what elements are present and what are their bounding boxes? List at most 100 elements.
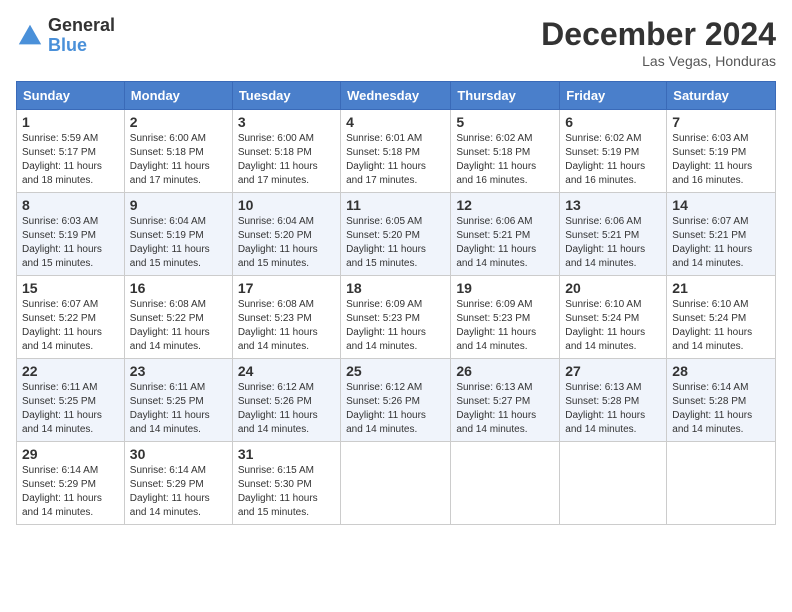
calendar-cell: 14Sunrise: 6:07 AMSunset: 5:21 PMDayligh… (667, 193, 776, 276)
cell-info: Sunrise: 6:11 AMSunset: 5:25 PMDaylight:… (130, 381, 227, 437)
month-title: December 2024 (541, 16, 776, 53)
calendar-cell: 3Sunrise: 6:00 AMSunset: 5:18 PMDaylight… (232, 110, 340, 193)
cell-info: Sunrise: 6:14 AMSunset: 5:28 PMDaylight:… (672, 381, 770, 437)
cell-info: Sunrise: 6:14 AMSunset: 5:29 PMDaylight:… (130, 464, 227, 520)
weekday-header-monday: Monday (124, 82, 232, 110)
cell-info: Sunrise: 6:09 AMSunset: 5:23 PMDaylight:… (346, 298, 445, 354)
cell-info: Sunrise: 6:11 AMSunset: 5:25 PMDaylight:… (22, 381, 119, 437)
day-number: 15 (22, 280, 119, 296)
cell-info: Sunrise: 6:05 AMSunset: 5:20 PMDaylight:… (346, 215, 445, 271)
day-number: 3 (238, 114, 335, 130)
cell-info: Sunrise: 6:10 AMSunset: 5:24 PMDaylight:… (672, 298, 770, 354)
calendar-cell: 4 Sunrise: 6:01 AMSunset: 5:18 PMDaylight… (341, 110, 451, 193)
calendar-cell: 1Sunrise: 5:59 AMSunset: 5:17 PMDaylight… (17, 110, 125, 193)
calendar-cell: 25Sunrise: 6:12 AMSunset: 5:26 PMDayligh… (341, 359, 451, 442)
day-number: 6 (565, 114, 661, 130)
calendar-cell: 8 Sunrise: 6:03 AMSunset: 5:19 PMDaylight… (17, 193, 125, 276)
day-number: 30 (130, 446, 227, 462)
calendar-cell: 30 Sunrise: 6:14 AMSunset: 5:29 PMDayligh… (124, 442, 232, 525)
cell-info: Sunrise: 6:15 AMSunset: 5:30 PMDaylight:… (238, 464, 335, 520)
cell-info: Sunrise: 6:06 AMSunset: 5:21 PMDaylight:… (565, 215, 661, 271)
logo: General Blue (16, 16, 115, 56)
calendar-cell: 2 Sunrise: 6:00 AMSunset: 5:18 PMDaylight… (124, 110, 232, 193)
calendar-week-row: 29 Sunrise: 6:14 AMSunset: 5:29 PMDayligh… (17, 442, 776, 525)
day-number: 18 (346, 280, 445, 296)
cell-info: Sunrise: 6:09 AMSunset: 5:23 PMDaylight:… (456, 298, 554, 354)
calendar-cell: 7 Sunrise: 6:03 AMSunset: 5:19 PMDaylight… (667, 110, 776, 193)
calendar-cell: 5 Sunrise: 6:02 AMSunset: 5:18 PMDaylight… (451, 110, 560, 193)
calendar-cell (667, 442, 776, 525)
cell-info: Sunrise: 6:02 AMSunset: 5:18 PMDaylight:… (456, 132, 554, 188)
cell-info: Sunrise: 6:12 AMSunset: 5:26 PMDaylight:… (238, 381, 335, 437)
logo-general: General (48, 16, 115, 36)
calendar-cell: 10 Sunrise: 6:04 AMSunset: 5:20 PMDayligh… (232, 193, 340, 276)
cell-info: Sunrise: 6:07 AMSunset: 5:22 PMDaylight:… (22, 298, 119, 354)
day-number: 14 (672, 197, 770, 213)
day-number: 22 (22, 363, 119, 379)
day-number: 8 (22, 197, 119, 213)
calendar-cell: 13 Sunrise: 6:06 AMSunset: 5:21 PMDayligh… (560, 193, 667, 276)
calendar-cell: 24Sunrise: 6:12 AMSunset: 5:26 PMDayligh… (232, 359, 340, 442)
day-number: 23 (130, 363, 227, 379)
calendar-cell: 15 Sunrise: 6:07 AMSunset: 5:22 PMDayligh… (17, 276, 125, 359)
cell-info: Sunrise: 6:13 AMSunset: 5:27 PMDaylight:… (456, 381, 554, 437)
day-number: 31 (238, 446, 335, 462)
weekday-header-sunday: Sunday (17, 82, 125, 110)
calendar-cell: 21 Sunrise: 6:10 AMSunset: 5:24 PMDayligh… (667, 276, 776, 359)
weekday-header-saturday: Saturday (667, 82, 776, 110)
day-number: 28 (672, 363, 770, 379)
calendar-cell: 6 Sunrise: 6:02 AMSunset: 5:19 PMDaylight… (560, 110, 667, 193)
day-number: 13 (565, 197, 661, 213)
day-number: 7 (672, 114, 770, 130)
day-number: 16 (130, 280, 227, 296)
calendar-cell: 29 Sunrise: 6:14 AMSunset: 5:29 PMDayligh… (17, 442, 125, 525)
calendar-cell: 9 Sunrise: 6:04 AMSunset: 5:19 PMDaylight… (124, 193, 232, 276)
calendar-cell: 19 Sunrise: 6:09 AMSunset: 5:23 PMDayligh… (451, 276, 560, 359)
cell-info: Sunrise: 6:03 AMSunset: 5:19 PMDaylight:… (672, 132, 770, 188)
calendar-cell: 11Sunrise: 6:05 AMSunset: 5:20 PMDayligh… (341, 193, 451, 276)
weekday-header-thursday: Thursday (451, 82, 560, 110)
cell-info: Sunrise: 6:02 AMSunset: 5:19 PMDaylight:… (565, 132, 661, 188)
day-number: 19 (456, 280, 554, 296)
day-number: 2 (130, 114, 227, 130)
cell-info: Sunrise: 6:03 AMSunset: 5:19 PMDaylight:… (22, 215, 119, 271)
day-number: 9 (130, 197, 227, 213)
calendar-cell (341, 442, 451, 525)
logo-text: General Blue (48, 16, 115, 56)
cell-info: Sunrise: 6:13 AMSunset: 5:28 PMDaylight:… (565, 381, 661, 437)
calendar-table: SundayMondayTuesdayWednesdayThursdayFrid… (16, 81, 776, 525)
logo-icon (16, 22, 44, 50)
calendar-week-row: 22 Sunrise: 6:11 AMSunset: 5:25 PMDayligh… (17, 359, 776, 442)
calendar-cell: 20 Sunrise: 6:10 AMSunset: 5:24 PMDayligh… (560, 276, 667, 359)
calendar-cell: 27Sunrise: 6:13 AMSunset: 5:28 PMDayligh… (560, 359, 667, 442)
day-number: 5 (456, 114, 554, 130)
cell-info: Sunrise: 6:04 AMSunset: 5:20 PMDaylight:… (238, 215, 335, 271)
calendar-cell: 26 Sunrise: 6:13 AMSunset: 5:27 PMDayligh… (451, 359, 560, 442)
page-header: General Blue December 2024 Las Vegas, Ho… (16, 16, 776, 69)
cell-info: Sunrise: 6:00 AMSunset: 5:18 PMDaylight:… (130, 132, 227, 188)
day-number: 29 (22, 446, 119, 462)
calendar-cell (451, 442, 560, 525)
day-number: 26 (456, 363, 554, 379)
day-number: 17 (238, 280, 335, 296)
calendar-cell: 17 Sunrise: 6:08 AMSunset: 5:23 PMDayligh… (232, 276, 340, 359)
day-number: 20 (565, 280, 661, 296)
cell-info: Sunrise: 6:08 AMSunset: 5:22 PMDaylight:… (130, 298, 227, 354)
cell-info: Sunrise: 6:08 AMSunset: 5:23 PMDaylight:… (238, 298, 335, 354)
cell-info: Sunrise: 6:10 AMSunset: 5:24 PMDaylight:… (565, 298, 661, 354)
cell-info: Sunrise: 6:14 AMSunset: 5:29 PMDaylight:… (22, 464, 119, 520)
calendar-cell (560, 442, 667, 525)
title-area: December 2024 Las Vegas, Honduras (541, 16, 776, 69)
day-number: 21 (672, 280, 770, 296)
day-number: 12 (456, 197, 554, 213)
weekday-header-friday: Friday (560, 82, 667, 110)
calendar-cell: 12 Sunrise: 6:06 AMSunset: 5:21 PMDayligh… (451, 193, 560, 276)
cell-info: Sunrise: 6:04 AMSunset: 5:19 PMDaylight:… (130, 215, 227, 271)
cell-info: Sunrise: 6:01 AMSunset: 5:18 PMDaylight:… (346, 132, 445, 188)
calendar-week-row: 1Sunrise: 5:59 AMSunset: 5:17 PMDaylight… (17, 110, 776, 193)
weekday-header-tuesday: Tuesday (232, 82, 340, 110)
day-number: 10 (238, 197, 335, 213)
cell-info: Sunrise: 5:59 AMSunset: 5:17 PMDaylight:… (22, 132, 119, 188)
day-number: 4 (346, 114, 445, 130)
cell-info: Sunrise: 6:06 AMSunset: 5:21 PMDaylight:… (456, 215, 554, 271)
